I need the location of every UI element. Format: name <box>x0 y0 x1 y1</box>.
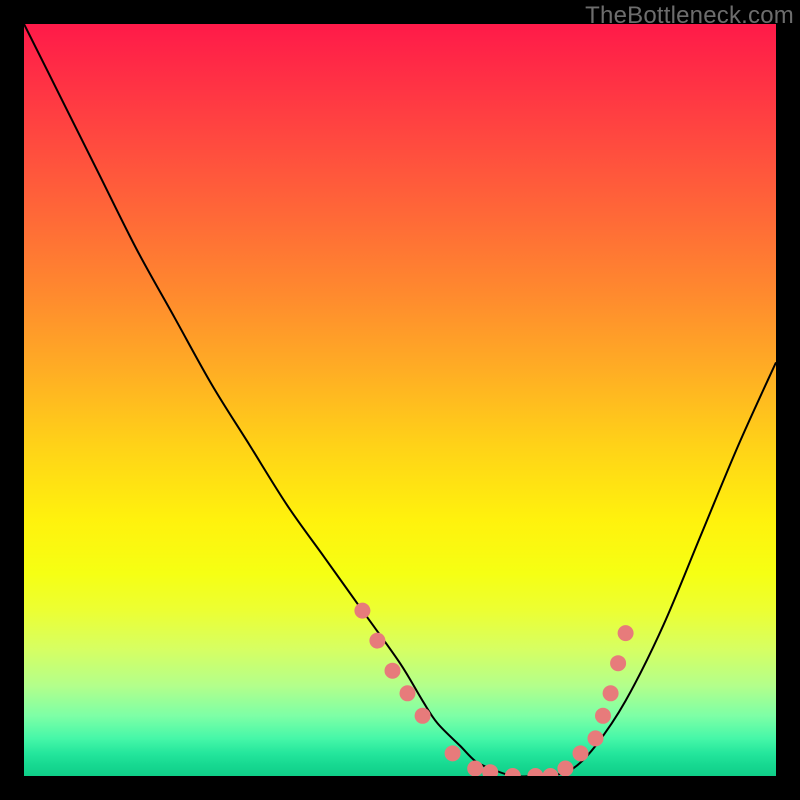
scatter-dot <box>445 745 461 761</box>
scatter-dot <box>618 625 634 641</box>
watermark-text: TheBottleneck.com <box>585 2 794 30</box>
scatter-dot <box>542 768 558 776</box>
scatter-dot <box>400 685 416 701</box>
scatter-dot <box>354 603 370 619</box>
scatter-dot <box>369 633 385 649</box>
chart-frame: TheBottleneck.com <box>0 0 800 800</box>
scatter-dot <box>573 745 589 761</box>
bottleneck-curve-path <box>24 24 776 776</box>
scatter-dot <box>588 730 604 746</box>
plot-area <box>24 24 776 776</box>
bottleneck-svg <box>24 24 776 776</box>
scatter-dot <box>527 768 543 776</box>
scatter-dot <box>385 663 401 679</box>
scatter-dot <box>415 708 431 724</box>
scatter-dot <box>505 768 521 776</box>
scatter-dot <box>467 761 483 777</box>
scatter-dot <box>610 655 626 671</box>
scatter-dot <box>595 708 611 724</box>
scatter-dot <box>557 761 573 777</box>
scatter-dot <box>603 685 619 701</box>
